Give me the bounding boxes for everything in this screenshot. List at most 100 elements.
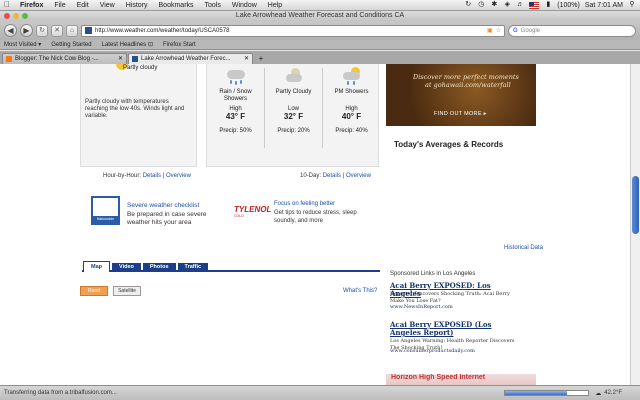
ten-day-overview-link[interactable]: Overview [346, 173, 371, 179]
rss-icon[interactable]: ▣ [487, 27, 493, 34]
hawaii-ad-banner[interactable]: Discover more perfect moments at gohawai… [386, 64, 536, 126]
tylenol-logo[interactable]: TYLENOL COLD [234, 206, 271, 220]
forecast-label: Rain / Snow Showers [219, 89, 252, 102]
us-flag-icon[interactable] [529, 1, 540, 9]
tab-blogger[interactable]: Blogger: The Nick Cow Blog -... ✕ [2, 53, 127, 64]
apple-icon[interactable]:  [4, 1, 12, 9]
scrollbar-thumb[interactable] [632, 176, 639, 234]
wifi-icon[interactable]: ◈ [503, 1, 511, 9]
site-favicon-icon [85, 27, 92, 34]
menu-window[interactable]: Window [232, 2, 257, 9]
sponsored-url-2[interactable]: www.consumerproductsdaily.com [390, 348, 475, 354]
partly-cloudy-night-icon [282, 66, 306, 88]
battery-percent: (100%) [557, 1, 580, 9]
bottom-ad-banner[interactable]: Horizon High Speed Internet [386, 374, 536, 385]
ten-day-details-link[interactable]: Details [323, 173, 341, 179]
search-bar[interactable]: G Google [508, 24, 636, 37]
back-button[interactable]: ◀ [4, 24, 17, 37]
status-bar: Transferring data from a.tribalfusion.co… [0, 385, 640, 400]
feeling-better-link[interactable]: Focus on feeling better [274, 201, 335, 207]
url-bar[interactable]: http://www.weather.com/weather/today/USC… [81, 24, 505, 37]
menu-view[interactable]: View [100, 2, 115, 9]
historical-data-link[interactable]: Historical Data [504, 245, 543, 251]
search-input[interactable]: Google [521, 28, 540, 34]
current-condition-title: Partly cloudy [123, 65, 158, 71]
battery-icon[interactable]: ▮ [544, 1, 552, 9]
satellite-map-button[interactable]: Satellite [113, 286, 141, 296]
menu-bookmarks[interactable]: Bookmarks [159, 2, 194, 9]
forecast-precip: Precip: 40% [335, 128, 368, 134]
sponsored-description-1: Reporter Discovers Shocking Truth: Acai … [390, 291, 510, 304]
clock-icon[interactable]: ◷ [477, 1, 485, 9]
sync-icon[interactable]: ↻ [464, 1, 472, 9]
menu-app-name[interactable]: Firefox [20, 2, 43, 9]
status-text: Transferring data from a.tribalfusion.co… [4, 390, 117, 396]
tab-map[interactable]: Map [83, 261, 110, 272]
tab-label: Blogger: The Nick Cow Blog -... [15, 56, 99, 62]
nationwide-checklist-icon[interactable]: Nationwide [91, 196, 120, 225]
forecast-temp: 40° F [341, 112, 362, 121]
weather-status-icon: ☁ [595, 390, 602, 397]
bookmark-latest-headlines[interactable]: Latest Headlines ⊡ [102, 41, 153, 48]
menu-edit[interactable]: Edit [77, 2, 89, 9]
current-condition-description: Partly cloudy with temperatures reaching… [85, 99, 185, 119]
url-text[interactable]: http://www.weather.com/weather/today/USC… [95, 28, 484, 34]
tab-label: Lake Arrowhead Weather Forec... [141, 56, 231, 62]
current-conditions-card: Partly cloudy Partly cloudy with tempera… [80, 64, 197, 167]
bluetooth-icon[interactable]: ✱ [490, 1, 498, 9]
menu-history[interactable]: History [126, 2, 148, 9]
status-temperature: 42.2°F [604, 390, 622, 396]
spotlight-icon[interactable]: ⚲ [628, 1, 636, 9]
vertical-scrollbar[interactable] [630, 64, 640, 385]
forecast-day-2: Partly Cloudy Low 32° F Precip: 20% [265, 66, 322, 134]
forecast-day-1: Rain / Snow Showers High 43° F Precip: 5… [207, 66, 264, 134]
hour-overview-link[interactable]: Overview [166, 173, 191, 179]
close-tab-icon[interactable]: ✕ [244, 54, 249, 64]
navigation-toolbar: ◀ ▶ ↻ ✕ ⌂ http://www.weather.com/weather… [0, 21, 640, 40]
home-button[interactable]: ⌂ [66, 24, 78, 37]
menubar-clock[interactable]: Sat 7:01 AM [585, 2, 623, 9]
reload-button[interactable]: ↻ [36, 24, 48, 37]
bookmarks-toolbar: Most Visited ▾ Getting Started Latest He… [0, 40, 640, 50]
whats-this-link[interactable]: What's This? [343, 288, 377, 294]
road-map-button[interactable]: Road [80, 286, 108, 296]
severe-weather-checklist-link[interactable]: Severe weather checklist [127, 202, 199, 209]
link-separator: | [162, 173, 165, 179]
ten-day-links: 10-Day: Details | Overview [300, 173, 371, 179]
tab-video[interactable]: Video [112, 263, 141, 272]
bookmark-most-visited[interactable]: Most Visited ▾ [4, 41, 41, 48]
tab-weather[interactable]: Lake Arrowhead Weather Forec... ✕ [128, 53, 253, 64]
forecast-card: Rain / Snow Showers High 43° F Precip: 5… [206, 64, 379, 167]
bookmark-getting-started[interactable]: Getting Started [51, 42, 91, 48]
sponsored-headline-2[interactable]: Acai Berry EXPOSED (Los Angeles Report) [390, 321, 510, 337]
bookmark-firefox-start[interactable]: Firefox Start [163, 42, 196, 48]
ten-day-label: 10-Day: [300, 173, 322, 179]
menu-help[interactable]: Help [268, 2, 282, 9]
menu-file[interactable]: File [54, 2, 65, 9]
forecast-temp: 43° F [225, 112, 246, 121]
tab-strip: Blogger: The Nick Cow Blog -... ✕ Lake A… [0, 51, 640, 64]
new-tab-button[interactable]: + [256, 54, 266, 64]
hour-details-link[interactable]: Details [143, 173, 161, 179]
menubar-tray: ↻ ◷ ✱ ◈ ♬ ▮ (100%) Sat 7:01 AM ⚲ [464, 1, 636, 9]
close-window-icon[interactable] [4, 13, 10, 19]
zoom-window-icon[interactable] [22, 13, 28, 19]
close-tab-icon[interactable]: ✕ [118, 54, 123, 64]
nationwide-logo-caption: Nationwide [93, 216, 118, 223]
bookmark-star-icon[interactable]: ☆ [496, 27, 501, 34]
volume-icon[interactable]: ♬ [516, 1, 524, 9]
forward-button[interactable]: ▶ [20, 24, 33, 37]
sponsored-url-1[interactable]: www.NewsInReport.com [390, 304, 453, 310]
tab-photos[interactable]: Photos [142, 263, 176, 272]
stop-button[interactable]: ✕ [51, 24, 63, 37]
ad-find-out-more-button[interactable]: FIND OUT MORE ▸ [434, 111, 487, 117]
minimize-window-icon[interactable] [13, 13, 19, 19]
search-engine-icon[interactable]: G [513, 28, 518, 34]
sponsored-links-title: Sponsored Links in Los Angeles [390, 271, 476, 277]
averages-records-title: Today's Averages & Records [394, 140, 504, 149]
forecast-label: PM Showers [334, 89, 369, 95]
tab-traffic[interactable]: Traffic [177, 263, 209, 272]
forecast-precip: Precip: 20% [277, 128, 310, 134]
ad-line-1: Discover more perfect moments [413, 73, 519, 81]
menu-tools[interactable]: Tools [205, 2, 221, 9]
